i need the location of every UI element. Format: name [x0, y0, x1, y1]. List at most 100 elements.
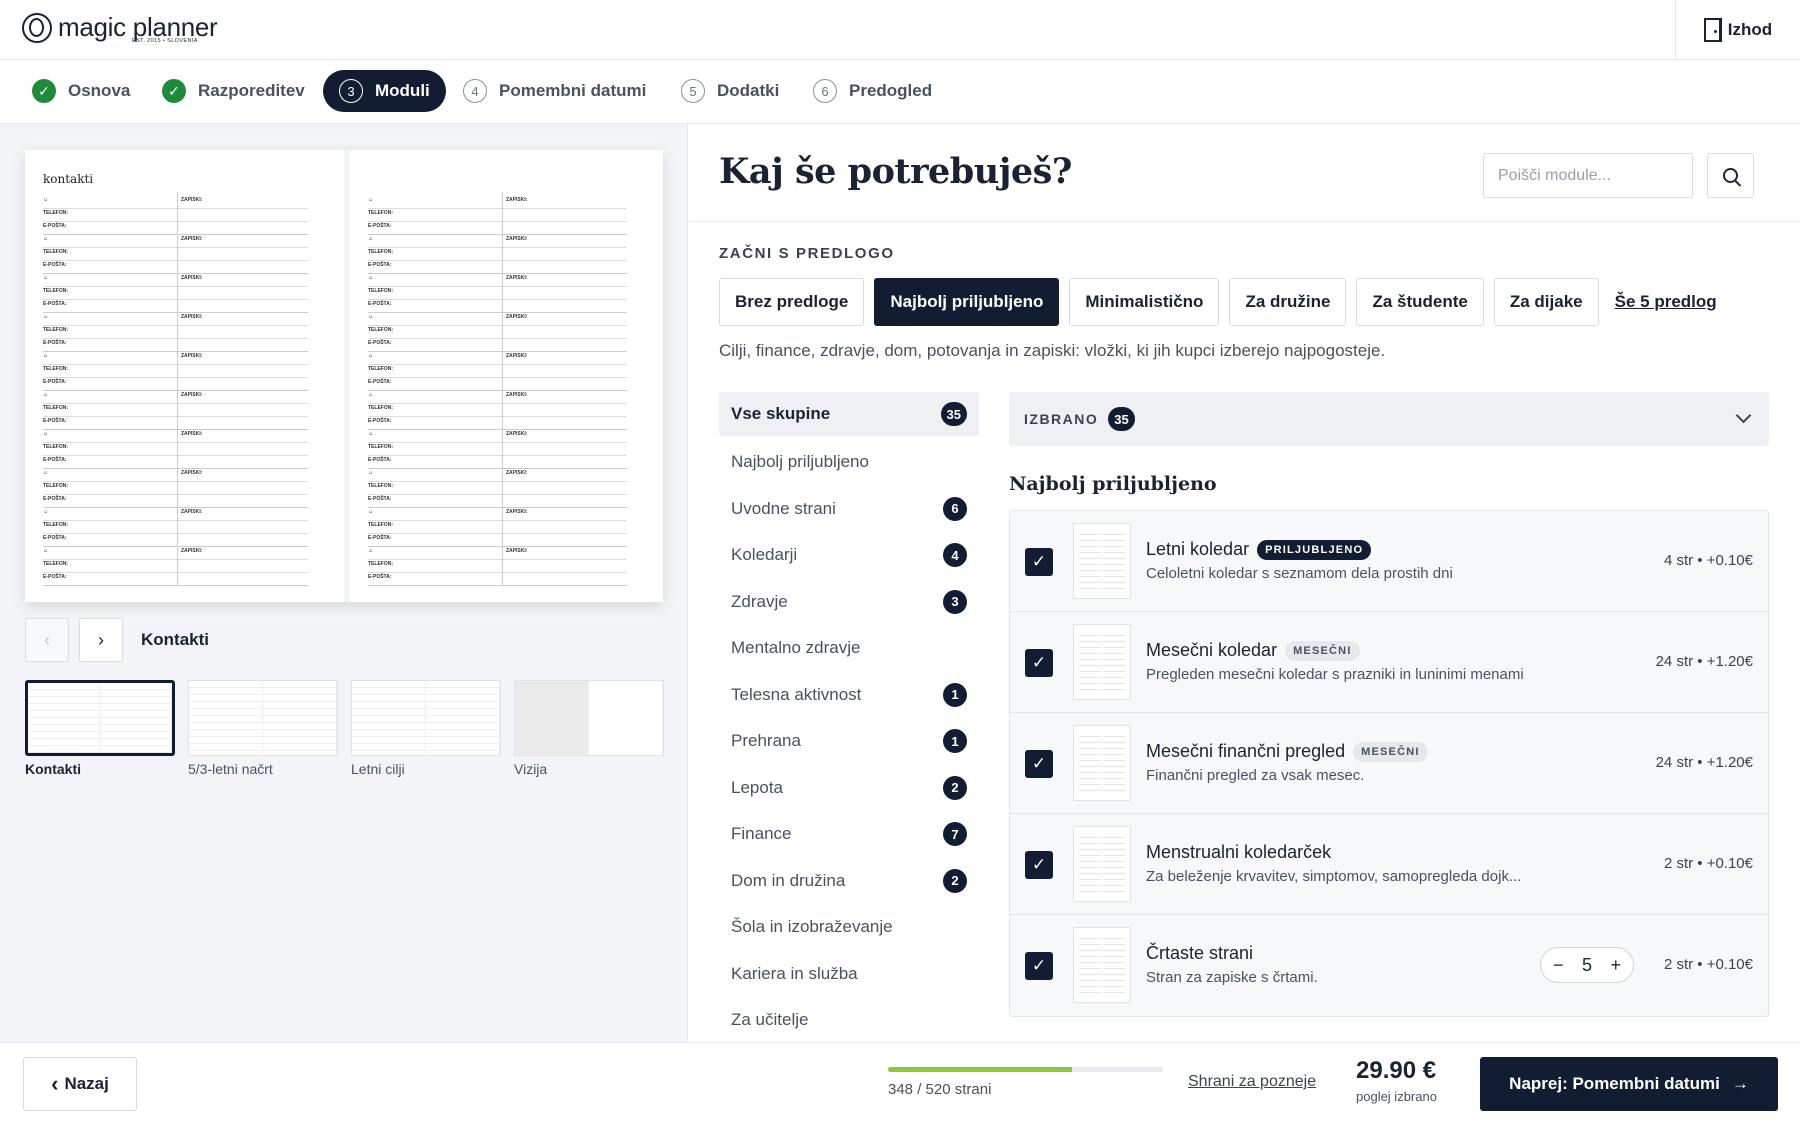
contact-row: ☺ ZAPISKI: TELEFON: E-POŠTA:: [368, 543, 627, 586]
person-icon: ☺: [43, 353, 49, 359]
module-price: 24 str • +1.20€: [1655, 653, 1753, 670]
category-label: Uvodne strani: [731, 498, 836, 518]
phone-field-label: TELEFON:: [368, 249, 393, 255]
save-for-later-link[interactable]: Shrani za pozneje: [1188, 1073, 1316, 1091]
module-badge: PRILJUBLJENO: [1257, 539, 1372, 560]
category-item[interactable]: Finance 7: [719, 811, 979, 858]
thumbnail-strip: Kontakti 5/3-letni načrt Letni cilji Viz…: [25, 680, 677, 777]
thumbnail-kontakti[interactable]: Kontakti: [25, 680, 175, 777]
preview-page-left: kontakti ☺ ZAPISKI: TELEFON: E-POŠTA: ☺ ZAPIS…: [25, 150, 344, 602]
category-item[interactable]: Kariera in služba: [719, 951, 979, 998]
category-item[interactable]: Najbolj priljubljeno: [719, 439, 979, 486]
module-badge: MESEČNI: [1353, 741, 1428, 762]
person-icon: ☺: [43, 392, 49, 398]
module-checkbox[interactable]: ✓: [1025, 649, 1053, 677]
email-field-label: E-POŠTA:: [368, 223, 392, 229]
next-page-button[interactable]: ›: [79, 618, 123, 662]
person-icon: ☺: [368, 470, 374, 476]
category-item[interactable]: Šola in izobraževanje: [719, 904, 979, 951]
notes-field-label: ZAPISKI:: [181, 314, 203, 320]
step-predogled[interactable]: 6 Predogled: [797, 70, 948, 112]
notes-field-label: ZAPISKI:: [181, 236, 203, 242]
category-item[interactable]: Za učitelje: [719, 997, 979, 1044]
selected-label: IZBRANO: [1024, 411, 1099, 427]
category-label: Šola in izobraževanje: [731, 917, 893, 937]
category-label: Koledarji: [731, 545, 798, 565]
page-spread-preview: kontakti ☺ ZAPISKI: TELEFON: E-POŠTA: ☺ ZAPIS…: [25, 150, 663, 602]
prev-page-button[interactable]: ‹: [25, 618, 69, 662]
module-row[interactable]: ✓ Mesečni finančni pregled MESEČNI Finančni…: [1010, 713, 1768, 814]
category-item[interactable]: Telesna aktivnost 1: [719, 672, 979, 719]
module-checkbox[interactable]: ✓: [1025, 548, 1053, 576]
module-search-input[interactable]: [1483, 153, 1693, 198]
logo[interactable]: magic planner EST. 2015 • SLOVENIA: [22, 13, 218, 44]
notes-field-label: ZAPISKI:: [181, 392, 203, 398]
module-row[interactable]: ✓ Mesečni koledar MESEČNI Pregleden mesečni…: [1010, 612, 1768, 713]
template-students-button[interactable]: Za študente: [1356, 278, 1484, 326]
template-minimal-button[interactable]: Minimalistično: [1069, 278, 1220, 326]
step-label: Predogled: [849, 81, 933, 100]
template-description: Cilji, finance, zdravje, dom, potovanja …: [719, 341, 1386, 360]
thumbnail-image: [514, 680, 664, 756]
module-row[interactable]: ✓ Letni koledar PRILJUBLJENO Celoletni kole…: [1010, 511, 1768, 612]
module-thumbnail: [1073, 523, 1131, 599]
category-item[interactable]: Koledarji 4: [719, 532, 979, 579]
category-item[interactable]: Zdravje 3: [719, 579, 979, 626]
phone-field-label: TELEFON:: [368, 210, 393, 216]
category-item[interactable]: Prehrana 1: [719, 718, 979, 765]
category-label: Vse skupine: [731, 404, 831, 423]
module-row[interactable]: ✓ Črtaste strani Stran za zapiske s črtami…: [1010, 915, 1768, 1016]
thumbnail-label: Kontakti: [25, 761, 81, 777]
minus-icon[interactable]: −: [1553, 955, 1564, 976]
category-count-badge: 2: [943, 775, 967, 800]
search-button[interactable]: [1707, 153, 1754, 198]
category-item[interactable]: Uvodne strani 6: [719, 486, 979, 533]
step-moduli[interactable]: 3 Moduli: [323, 70, 446, 112]
more-templates-link[interactable]: Še 5 predlog: [1615, 292, 1717, 312]
view-selected-link[interactable]: poglej izbrano: [1356, 1089, 1437, 1104]
step-dodatki[interactable]: 5 Dodatki: [665, 70, 795, 112]
thumbnail-image: [188, 680, 338, 756]
step-razporeditev[interactable]: ✓ Razporeditev: [146, 70, 321, 112]
template-pupils-button[interactable]: Za dijake: [1493, 278, 1599, 326]
template-popular-button[interactable]: Najbolj priljubljeno: [874, 278, 1060, 326]
category-item[interactable]: Mentalno zdravje: [719, 625, 979, 672]
module-checkbox[interactable]: ✓: [1025, 952, 1053, 980]
person-icon: ☺: [43, 275, 49, 281]
contact-row: ☺ ZAPISKI: TELEFON: E-POŠTA:: [368, 270, 627, 313]
exit-button[interactable]: Izhod: [1675, 0, 1800, 60]
logo-icon: [22, 13, 52, 43]
thumbnail-letni-nacrt[interactable]: 5/3-letni načrt: [188, 680, 338, 777]
thumbnail-vizija[interactable]: Vizija: [514, 680, 664, 777]
module-description: Pregleden mesečni koledar s prazniki in …: [1146, 666, 1524, 683]
module-row[interactable]: ✓ Menstrualni koledarček Za beleženje krva…: [1010, 814, 1768, 915]
module-checkbox[interactable]: ✓: [1025, 851, 1053, 879]
notes-field-label: ZAPISKI:: [506, 509, 528, 515]
next-step-button[interactable]: Naprej: Pomembni datumi →: [1480, 1057, 1778, 1111]
category-item[interactable]: Lepota 2: [719, 765, 979, 812]
thumbnail-letni-cilji[interactable]: Letni cilji: [351, 680, 501, 777]
thumbnail-label: 5/3-letni načrt: [188, 761, 273, 777]
notes-field-label: ZAPISKI:: [506, 392, 528, 398]
email-field-label: E-POŠTA:: [43, 340, 67, 346]
module-thumbnail: [1073, 624, 1131, 700]
chevron-left-icon: ‹: [51, 1071, 59, 1096]
module-checkbox[interactable]: ✓: [1025, 750, 1053, 778]
email-field-label: E-POŠTA:: [43, 535, 67, 541]
step-osnova[interactable]: ✓ Osnova: [16, 70, 146, 112]
selected-summary-bar[interactable]: IZBRANO 35: [1009, 392, 1769, 446]
back-button[interactable]: ‹ Nazaj: [23, 1057, 137, 1111]
module-list: ✓ Letni koledar PRILJUBLJENO Celoletni kole…: [1009, 510, 1769, 1017]
category-item[interactable]: Vse skupine 35: [719, 392, 979, 436]
template-families-button[interactable]: Za družine: [1229, 278, 1347, 326]
modules-panel: Kaj še potrebuješ? ZAČNI S PREDLOGO Brez…: [689, 124, 1800, 1042]
phone-field-label: TELEFON:: [43, 561, 68, 567]
group-title: Najbolj priljubljeno: [1009, 473, 1217, 495]
quantity-stepper[interactable]: −5 +: [1540, 947, 1634, 983]
step-pomembni-datumi[interactable]: 4 Pomembni datumi: [447, 70, 662, 112]
template-none-button[interactable]: Brez predloge: [719, 278, 865, 326]
thumbnail-label: Letni cilji: [351, 761, 405, 777]
plus-icon[interactable]: +: [1610, 955, 1621, 976]
category-item[interactable]: Dom in družina 2: [719, 858, 979, 905]
contact-row: ☺ ZAPISKI: TELEFON: E-POŠTA:: [43, 270, 308, 313]
